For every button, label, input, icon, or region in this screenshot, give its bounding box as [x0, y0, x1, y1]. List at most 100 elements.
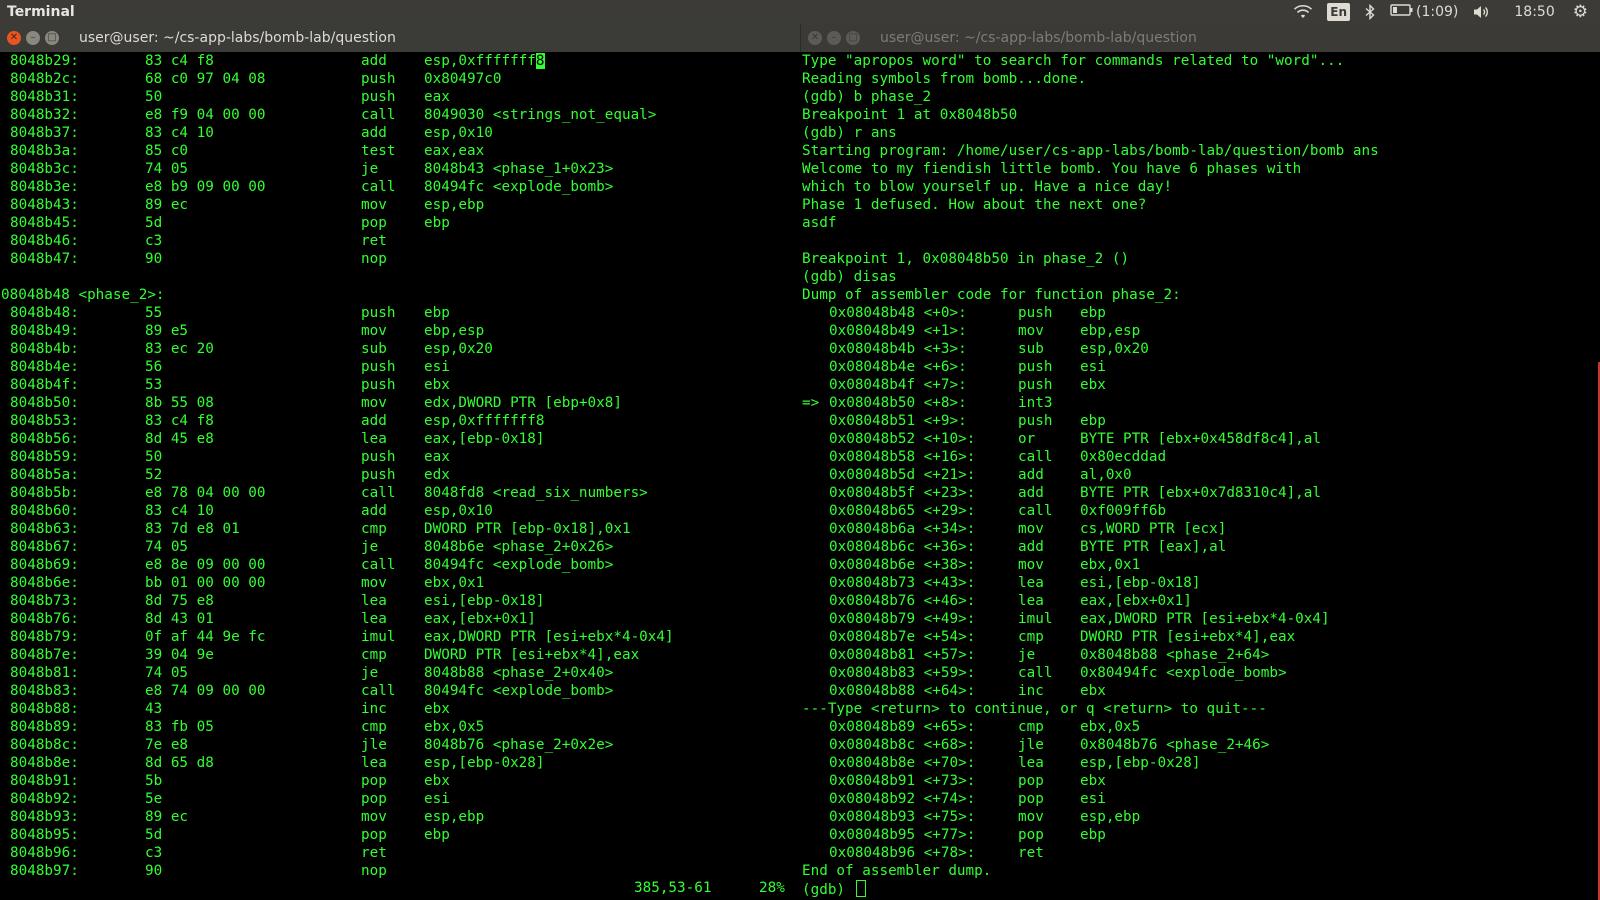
- maximize-icon[interactable]: □: [846, 31, 860, 45]
- instruction-mnemonic: push: [361, 377, 396, 393]
- instruction-mnemonic: pop: [361, 773, 387, 789]
- disasm-line: 8048b8e: 8d 65 d8 lea esp,[ebp-0x28]: [0, 754, 800, 772]
- instruction-mnemonic: sub: [1018, 341, 1044, 357]
- minimize-icon[interactable]: –: [827, 31, 841, 45]
- instruction-mnemonic: call: [1018, 449, 1053, 465]
- instruction-address: 8048b88:: [10, 701, 79, 717]
- gdb-line: 0x08048b4e <+6>: push esi: [801, 358, 1600, 376]
- instruction-mnemonic: lea: [1018, 575, 1044, 591]
- wifi-icon[interactable]: [1293, 4, 1313, 20]
- window-title: user@user: ~/cs-app-labs/bomb-lab/questi…: [880, 30, 1197, 46]
- left-window-titlebar[interactable]: ✕ – □ user@user: ~/cs-app-labs/bomb-lab/…: [0, 24, 800, 52]
- instruction-operands: ebp: [1080, 413, 1106, 429]
- battery-indicator[interactable]: (1:09): [1390, 3, 1458, 21]
- instruction-mnemonic: add: [361, 125, 387, 141]
- instruction-address: 8048b48:: [10, 305, 79, 321]
- instruction-mnemonic: call: [361, 485, 396, 501]
- clock[interactable]: 18:50: [1514, 4, 1554, 20]
- instruction-mnemonic: add: [1018, 539, 1044, 555]
- gdb-line: 0x08048b89 <+65>: cmp ebx,0x5: [801, 718, 1600, 736]
- instruction-mnemonic: je: [1018, 647, 1036, 663]
- instruction-operands: 8049030 <strings_not_equal>: [424, 107, 657, 123]
- close-icon[interactable]: ✕: [7, 31, 21, 45]
- instruction-operands: DWORD PTR [ebp-0x18],0x1: [424, 521, 631, 537]
- disasm-line: 8048b67: 74 05 je 8048b6e <phase_2+0x26>: [0, 538, 800, 556]
- instruction-address: 0x08048b5d <+21>:: [829, 467, 976, 483]
- disasm-line: 8048b3a: 85 c0 test eax,eax: [0, 142, 800, 160]
- right-window-titlebar[interactable]: ✕ – □ user@user: ~/cs-app-labs/bomb-lab/…: [800, 24, 1600, 52]
- battery-icon: [1390, 3, 1414, 21]
- left-terminal-pane[interactable]: 8048b29: 83 c4 f8 add esp,0xfffffff8 8048b2c…: [0, 52, 800, 900]
- instruction-operands: esp,0xfffffff8: [424, 53, 545, 69]
- instruction-mnemonic: je: [361, 665, 379, 681]
- instruction-mnemonic: push: [361, 359, 396, 375]
- instruction-address: 8048b3e:: [10, 179, 79, 195]
- instruction-operands: esi: [424, 359, 450, 375]
- instruction-address: 0x08048b51 <+9>:: [829, 413, 967, 429]
- instruction-mnemonic: mov: [1018, 521, 1044, 537]
- minimize-icon[interactable]: –: [26, 31, 40, 45]
- battery-time: (1:09): [1416, 4, 1459, 20]
- instruction-bytes: 83 7d e8 01: [145, 521, 240, 537]
- gdb-line: Breakpoint 1, 0x08048b50 in phase_2 (): [801, 250, 1600, 268]
- instruction-mnemonic: mov: [361, 323, 387, 339]
- gdb-line: => 0x08048b50 <+8>: int3: [801, 394, 1600, 412]
- instruction-address: 8048b97:: [10, 863, 79, 879]
- instruction-address: 8048b53:: [10, 413, 79, 429]
- gear-icon[interactable]: ⚙: [1573, 2, 1588, 22]
- bluetooth-icon[interactable]: [1364, 4, 1376, 20]
- disasm-line: 8048b31: 50 push eax: [0, 88, 800, 106]
- instruction-mnemonic: je: [361, 161, 379, 177]
- instruction-address: 0x08048b81 <+57>:: [829, 647, 976, 663]
- instruction-bytes: bb 01 00 00 00: [145, 575, 266, 591]
- instruction-bytes: 8d 75 e8: [145, 593, 214, 609]
- instruction-mnemonic: add: [361, 413, 387, 429]
- instruction-address: 8048b3a:: [10, 143, 79, 159]
- instruction-mnemonic: push: [1018, 305, 1053, 321]
- instruction-operands: esi: [1080, 791, 1106, 807]
- instruction-address: 0x08048b49 <+1>:: [829, 323, 967, 339]
- instruction-operands: esp,0x10: [424, 503, 493, 519]
- instruction-mnemonic: lea: [361, 611, 387, 627]
- gdb-line: 0x08048b4f <+7>: push ebx: [801, 376, 1600, 394]
- instruction-bytes: 52: [145, 467, 163, 483]
- disasm-line: 8048b45: 5d pop ebp: [0, 214, 800, 232]
- instruction-address: 8048b69:: [10, 557, 79, 573]
- instruction-operands: 80494fc <explode_bomb>: [424, 179, 614, 195]
- keyboard-language-icon[interactable]: En: [1327, 3, 1351, 21]
- instruction-bytes: 5d: [145, 827, 163, 843]
- instruction-operands: ebx,0x5: [1080, 719, 1141, 735]
- instruction-address: 8048b32:: [10, 107, 79, 123]
- instruction-mnemonic: call: [361, 107, 396, 123]
- disasm-line: 8048b29: 83 c4 f8 add esp,0xfffffff8: [0, 52, 800, 70]
- instruction-bytes: c3: [145, 233, 163, 249]
- volume-icon[interactable]: [1472, 4, 1492, 20]
- instruction-address: 0x08048b6c <+36>:: [829, 539, 976, 555]
- instruction-mnemonic: lea: [361, 431, 387, 447]
- instruction-mnemonic: mov: [361, 575, 387, 591]
- instruction-mnemonic: ret: [1018, 845, 1044, 861]
- instruction-bytes: e8 78 04 00 00: [145, 485, 266, 501]
- disasm-line: 8048b47: 90 nop: [0, 250, 800, 268]
- instruction-address: 8048b8c:: [10, 737, 79, 753]
- instruction-address: 0x08048b8e <+70>:: [829, 755, 976, 771]
- instruction-mnemonic: mov: [1018, 557, 1044, 573]
- gdb-line: asdf: [801, 214, 1600, 232]
- gdb-line: 0x08048b73 <+43>: lea esi,[ebp-0x18]: [801, 574, 1600, 592]
- instruction-address: 8048b83:: [10, 683, 79, 699]
- instruction-address: 0x08048b7e <+54>:: [829, 629, 976, 645]
- disasm-line: 8048b6e: bb 01 00 00 00 mov ebx,0x1: [0, 574, 800, 592]
- instruction-address: 0x08048b73 <+43>:: [829, 575, 976, 591]
- gdb-output-text: Reading symbols from bomb...done.: [802, 71, 1087, 87]
- scroll-percent: 28%: [759, 880, 785, 896]
- close-icon[interactable]: ✕: [808, 31, 822, 45]
- instruction-mnemonic: push: [361, 71, 396, 87]
- instruction-operands: ebx: [1080, 377, 1106, 393]
- instruction-operands: esi,[ebp-0x18]: [424, 593, 545, 609]
- right-terminal-pane[interactable]: Type "apropos word" to search for comman…: [801, 52, 1600, 900]
- instruction-address: 0x08048b4e <+6>:: [829, 359, 967, 375]
- instruction-mnemonic: sub: [361, 341, 387, 357]
- instruction-mnemonic: push: [361, 449, 396, 465]
- instruction-mnemonic: imul: [361, 629, 396, 645]
- maximize-icon[interactable]: □: [45, 31, 59, 45]
